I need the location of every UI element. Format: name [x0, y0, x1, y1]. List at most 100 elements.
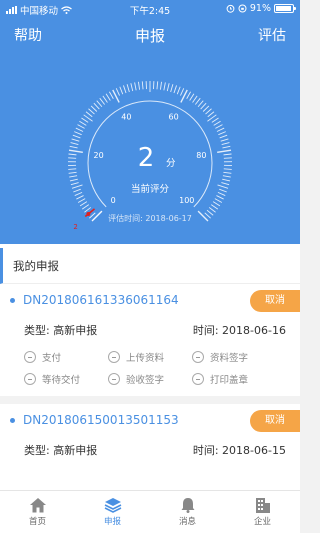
orientation-lock-icon — [238, 4, 247, 13]
gauge-tick-label: 40 — [121, 113, 131, 122]
step-label: 支付 — [42, 353, 62, 364]
gauge-tick — [68, 149, 83, 154]
battery-percent: 91% — [249, 3, 271, 14]
page-title: 申报 — [134, 27, 165, 45]
gauge-tick — [90, 105, 98, 112]
gauge-tick — [166, 83, 170, 92]
gauge-tick — [159, 81, 162, 90]
gauge-tick — [79, 120, 87, 126]
alarm-icon — [226, 4, 235, 13]
gauge-tick — [73, 188, 81, 193]
gauge-tick — [71, 138, 80, 142]
gauge-tick — [74, 191, 83, 196]
gauge-tick — [210, 204, 219, 210]
score-unit: 分 — [166, 158, 176, 169]
tab-company[interactable]: 企业 — [225, 491, 300, 533]
progress-steps: 支付 上传资料 资料签字 等待交付 验收签字 打印盖章 — [10, 344, 286, 396]
gauge-tick — [217, 191, 226, 196]
step-label: 验收签字 — [126, 375, 165, 386]
step-label: 资料签字 — [210, 353, 249, 364]
gauge-pointer: 2 — [73, 208, 96, 231]
gauge-tick — [91, 210, 103, 222]
tab-label: 首页 — [28, 517, 46, 527]
gauge-tick — [214, 198, 223, 203]
gauge-tick — [222, 145, 231, 149]
gauge-tick-label: 20 — [94, 151, 104, 160]
gauge-tick — [71, 184, 83, 189]
tab-home[interactable]: 首页 — [0, 491, 75, 533]
gauge-tick — [84, 207, 92, 213]
order-type: 类型: 高新申报 — [24, 324, 98, 337]
gauge-tick — [93, 102, 100, 110]
order-number[interactable]: DN201806161336061164 — [23, 293, 179, 307]
header-panel: 中国移动 下午2:45 91% 帮助 申报 评估 0 20 40 60 80 100 2 … — [0, 0, 300, 244]
gauge-tick — [223, 157, 232, 159]
evaluate-button[interactable]: 评估 — [258, 25, 286, 45]
gauge-tick — [212, 201, 221, 207]
gauge-tick — [77, 198, 86, 203]
gauge-tick — [217, 149, 232, 154]
gauge-tick-label: 80 — [196, 151, 206, 160]
gauge-tick — [88, 108, 95, 115]
step-item: 打印盖章 — [192, 372, 276, 386]
section-title: 我的申报 — [0, 248, 300, 284]
bell-icon — [181, 498, 194, 513]
gauge-tick — [207, 111, 215, 118]
score-label: 当前评分 — [131, 183, 170, 195]
pending-icon — [24, 373, 36, 385]
gauge-tick — [68, 168, 77, 170]
gauge-tick — [72, 134, 81, 139]
tab-declare[interactable]: 申报 — [75, 491, 150, 533]
gauge-tick — [69, 175, 78, 178]
gauge-tick — [81, 204, 90, 210]
step-item: 资料签字 — [192, 350, 276, 364]
gauge-tick — [74, 131, 82, 136]
gauge-tick — [173, 85, 177, 94]
tab-label: 申报 — [103, 517, 121, 527]
gauge-tick — [75, 127, 84, 132]
step-item: 等待交付 — [24, 372, 108, 386]
gauge-tick — [68, 157, 77, 159]
gauge-tick-label: 0 — [111, 196, 116, 205]
building-icon — [255, 498, 270, 513]
score-gauge: 0 20 40 60 80 100 2 2 分 当前评分 评估时间: 2018-06-17 — [68, 81, 232, 231]
gauge-tick — [77, 124, 85, 129]
gauge-tick — [205, 108, 212, 115]
gauge-tick — [76, 195, 84, 200]
order-card[interactable]: DN201806161336061164 取消 类型: 高新申报 时间: 201… — [0, 284, 300, 396]
order-time: 时间: 2018-06-16 — [192, 324, 286, 337]
pending-icon — [192, 373, 204, 385]
tab-messages[interactable]: 消息 — [150, 491, 225, 533]
gauge-tick — [141, 81, 144, 90]
cancel-button[interactable]: 取消 — [250, 290, 300, 312]
pending-icon — [24, 351, 36, 363]
gauge-tick — [192, 95, 198, 103]
gauge-tick — [69, 178, 78, 182]
gauge-tick — [85, 111, 93, 118]
step-item: 上传资料 — [108, 350, 192, 364]
pending-icon — [108, 351, 120, 363]
step-item: 支付 — [24, 350, 108, 364]
order-card[interactable]: DN201806150013501153 取消 类型: 高新申报 时间: 201… — [0, 404, 300, 464]
gauge-tick — [176, 86, 181, 95]
gauge-tick — [219, 188, 227, 193]
gauge-tick — [202, 105, 210, 112]
gauge-tick — [156, 81, 159, 90]
bullet-dot — [10, 417, 15, 423]
tab-bar: 首页 申报 消息 企业 — [0, 490, 300, 533]
gauge-tick — [70, 142, 79, 146]
order-number[interactable]: DN201806150013501153 — [23, 413, 179, 427]
status-bar: 中国移动 下午2:45 91% — [0, 0, 300, 18]
gauge-tick — [68, 171, 77, 174]
home-icon — [29, 498, 46, 513]
evaluation-date: 评估时间: 2018-06-17 — [108, 213, 192, 223]
gauge-tick — [99, 97, 106, 105]
tab-label: 企业 — [253, 517, 271, 527]
gauge-tick-label: 60 — [169, 113, 179, 122]
cancel-button[interactable]: 取消 — [250, 410, 300, 432]
gauge-tick-label: 100 — [179, 196, 194, 205]
gauge-tick — [197, 100, 204, 108]
gauge-tick — [134, 82, 137, 91]
gauge-tick — [220, 138, 229, 142]
gauge-tick — [221, 142, 230, 146]
